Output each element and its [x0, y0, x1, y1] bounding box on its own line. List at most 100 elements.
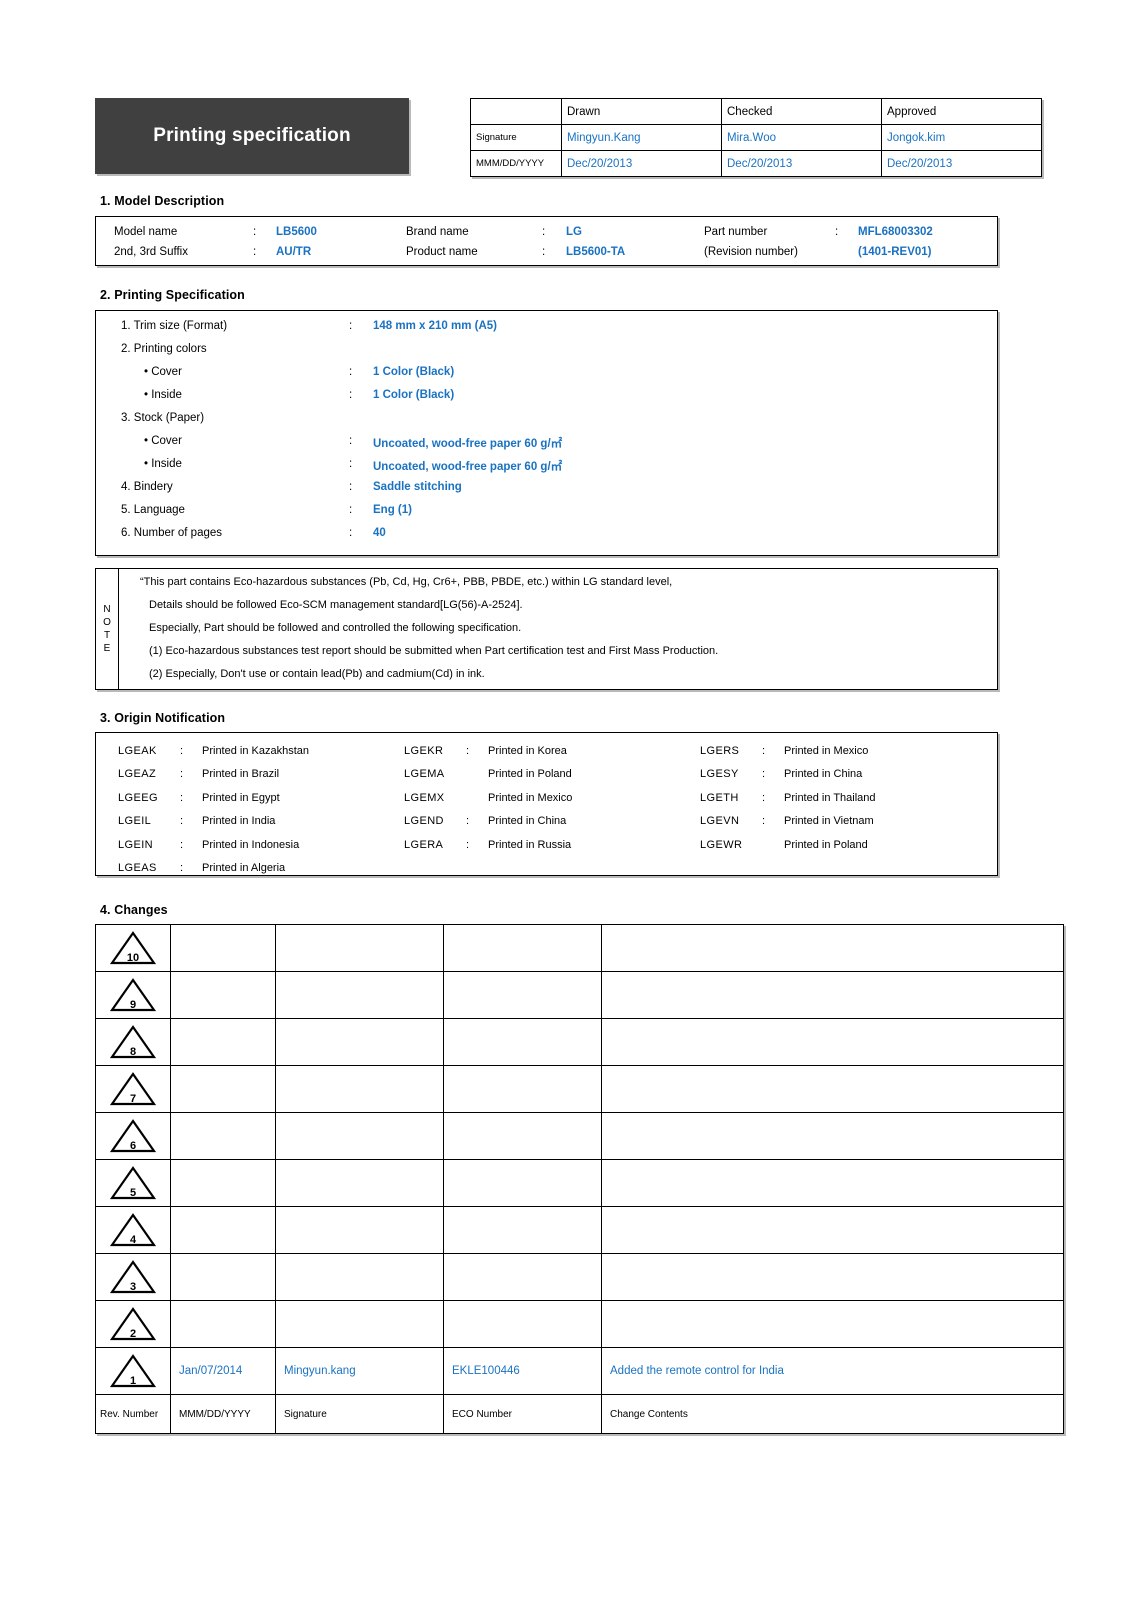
table-row: 3 [95, 1253, 1064, 1301]
revision-triangle-icon: 8 [110, 1025, 156, 1059]
changes-contents-cell: Added the remote control for India [601, 1347, 1064, 1395]
changes-date-cell [170, 1159, 276, 1207]
spec-label-stock-paper: 3. Stock (Paper) [121, 412, 205, 424]
table-row: 4 [95, 1206, 1064, 1254]
origin-code: LGEND [404, 815, 444, 828]
note-line-5: (2) Especially, Don't use or contain lea… [149, 668, 485, 680]
field-label-revision-number: (Revision number) [704, 246, 798, 258]
changes-date-cell [170, 1300, 276, 1348]
changes-rev-marker-cell: 2 [95, 1300, 171, 1348]
spec-label-stock-inside: • Inside [144, 458, 182, 470]
changes-eco-number-cell [443, 1065, 602, 1113]
changes-date-cell [170, 1206, 276, 1254]
approval-signature-approved: Jongok.kim [881, 124, 1042, 151]
origin-colon: : [180, 862, 184, 875]
page-title-banner: Printing specification [95, 98, 409, 174]
document-page: Printing specification Drawn Checked App… [0, 0, 1132, 1600]
changes-contents-cell [601, 924, 1064, 972]
spec-label-number-of-pages: 6. Number of pages [121, 527, 223, 539]
origin-code: LGEMX [404, 791, 445, 804]
note-letter-o: O [103, 617, 111, 628]
page-title: Printing specification [153, 125, 351, 146]
origin-country: Printed in Algeria [202, 862, 286, 875]
origin-row: LGEMX Printed in Mexico [404, 786, 572, 810]
origin-country: Printed in Vietnam [784, 815, 874, 828]
origin-country: Printed in Indonesia [202, 838, 300, 851]
origin-column-1: LGEAK : Printed in Kazakhstan LGEAZ : Pr… [118, 739, 309, 880]
approval-signature-checked: Mira.Woo [721, 124, 882, 151]
revision-number: 5 [129, 1187, 137, 1199]
revision-number: 6 [129, 1140, 137, 1152]
field-colon-product-name: : [542, 246, 546, 258]
spec-colon-stock-inside: : [349, 458, 353, 470]
table-row: 7 [95, 1065, 1064, 1113]
spec-value-number-of-pages: 40 [373, 527, 386, 539]
approval-row-label-signature: Signature [470, 124, 562, 151]
origin-column-2: LGEKR : Printed in Korea LGEMA Printed i… [404, 739, 572, 857]
origin-row: LGEVN : Printed in Vietnam [700, 810, 876, 834]
origin-colon: : [762, 791, 766, 804]
changes-footer-date: MMM/DD/YYYY [170, 1394, 276, 1434]
revision-number: 4 [129, 1234, 137, 1246]
revision-triangle-icon: 1 [110, 1354, 156, 1388]
origin-country: Printed in Thailand [784, 791, 876, 804]
origin-row: LGERA : Printed in Russia [404, 833, 572, 857]
approval-table: Drawn Checked Approved Signature Mingyun… [470, 98, 1042, 177]
changes-footer-signature: Signature [275, 1394, 444, 1434]
origin-country: Printed in Egypt [202, 791, 280, 804]
note-line-2: Details should be followed Eco-SCM manag… [149, 599, 523, 611]
approval-header-row: Drawn Checked Approved [470, 98, 1042, 125]
origin-row: LGETH : Printed in Thailand [700, 786, 876, 810]
field-label-part-number: Part number [704, 226, 768, 238]
field-colon-brand-name: : [542, 226, 546, 238]
approval-col-approved: Approved [881, 98, 1042, 125]
origin-code: LGEMA [404, 768, 445, 781]
note-letter-t: T [103, 630, 111, 641]
revision-triangle-icon: 5 [110, 1166, 156, 1200]
origin-colon: : [762, 815, 766, 828]
origin-colon: : [466, 815, 470, 828]
spec-value-language: Eng (1) [373, 504, 412, 516]
origin-colon: : [762, 744, 766, 757]
origin-colon: : [180, 838, 184, 851]
changes-footer-eco: ECO Number [443, 1394, 602, 1434]
origin-colon: : [180, 815, 184, 828]
revision-triangle-icon: 6 [110, 1119, 156, 1153]
origin-row: LGERS : Printed in Mexico [700, 739, 876, 763]
changes-eco-number-cell [443, 1112, 602, 1160]
spec-value-stock-cover: Uncoated, wood-free paper 60 g/㎡ [373, 438, 563, 450]
origin-country: Printed in Kazakhstan [202, 744, 310, 757]
origin-code: LGEIN [118, 838, 154, 851]
approval-signature-drawn: Mingyun.Kang [561, 124, 722, 151]
spec-value-trim-size: 148 mm x 210 mm (A5) [373, 320, 498, 332]
origin-code: LGERS [700, 744, 740, 757]
spec-colon-colors-inside: : [349, 389, 353, 401]
origin-code: LGEVN [700, 815, 740, 828]
field-label-product-name: Product name [406, 246, 478, 258]
origin-country: Printed in China [784, 768, 863, 781]
origin-row: LGEAK : Printed in Kazakhstan [118, 739, 309, 763]
changes-signature-cell [275, 1206, 444, 1254]
revision-triangle-icon: 3 [110, 1260, 156, 1294]
changes-eco-number-cell [443, 1159, 602, 1207]
changes-signature-cell [275, 971, 444, 1019]
revision-number: 2 [129, 1328, 137, 1340]
changes-footer-rev: Rev. Number [95, 1394, 171, 1434]
origin-row: LGEIL : Printed in India [118, 810, 309, 834]
changes-contents-cell [601, 1300, 1064, 1348]
changes-date-cell: Jan/07/2014 [170, 1347, 276, 1395]
changes-contents-cell [601, 1112, 1064, 1160]
revision-triangle-icon: 9 [110, 978, 156, 1012]
field-value-brand-name: LG [566, 226, 582, 238]
origin-row: LGEND : Printed in China [404, 810, 572, 834]
table-row: 5 [95, 1159, 1064, 1207]
approval-date-drawn: Dec/20/2013 [561, 150, 722, 177]
changes-table: 10 9 8 7 6 5 4 3 2 1 Jan/07/2014 Mingyun.kang EKLE10… [95, 924, 1064, 1434]
origin-row: LGEAS : Printed in Algeria [118, 857, 309, 881]
revision-triangle-icon: 10 [110, 931, 156, 965]
origin-country: Printed in Russia [488, 838, 572, 851]
origin-code: LGETH [700, 791, 739, 804]
changes-date-cell [170, 1253, 276, 1301]
approval-signature-row: Signature Mingyun.Kang Mira.Woo Jongok.k… [470, 124, 1042, 151]
origin-column-3: LGERS : Printed in Mexico LGESY : Printe… [700, 739, 876, 857]
